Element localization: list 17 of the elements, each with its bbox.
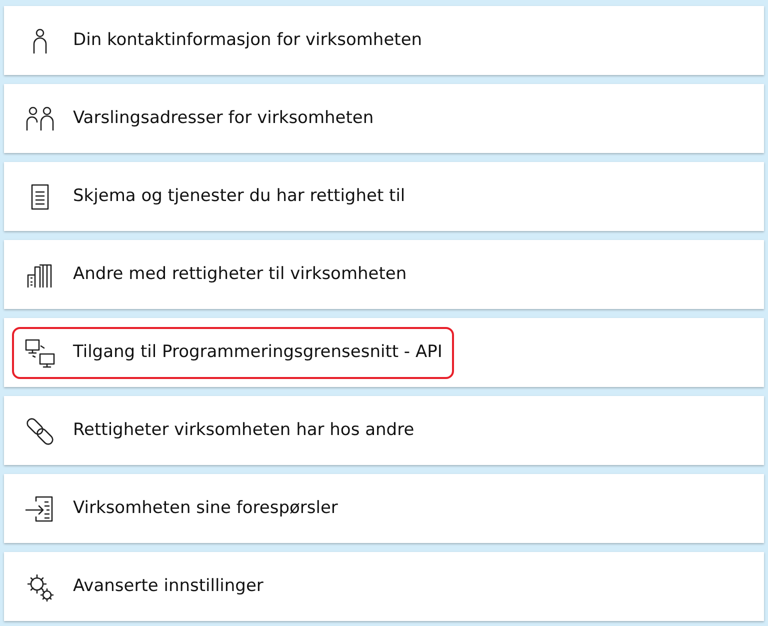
menu-item-label: Skjema og tjenester du har rettighet til [73,184,406,208]
menu-item[interactable]: Rettigheter virksomheten har hos andre [4,396,764,465]
menu-item-label: Din kontaktinformasjon for virksomheten [73,28,422,52]
menu-item-label: Rettigheter virksomheten har hos andre [73,418,414,442]
menu-item-label: Tilgang til Programmeringsgrensesnitt - API [73,340,442,364]
menu-item[interactable]: Din kontaktinformasjon for virksomheten [4,6,764,75]
menu-item[interactable]: Virksomheten sine forespørsler [4,474,764,543]
menu-item[interactable]: Andre med rettigheter til virksomheten [4,240,764,309]
menu-item[interactable]: Tilgang til Programmeringsgrensesnitt - API [4,318,764,387]
computers-icon [23,336,57,368]
menu-item[interactable]: Varslingsadresser for virksomheten [4,84,764,153]
menu-item-label: Avanserte innstillinger [73,574,264,598]
menu-item[interactable]: Avanserte innstillinger [4,552,764,621]
menu-item-label: Andre med rettigheter til virksomheten [73,262,407,286]
menu-item[interactable]: Skjema og tjenester du har rettighet til [4,162,764,231]
menu-item-label: Varslingsadresser for virksomheten [73,106,374,130]
menu-item-label: Virksomheten sine forespørsler [73,496,338,520]
